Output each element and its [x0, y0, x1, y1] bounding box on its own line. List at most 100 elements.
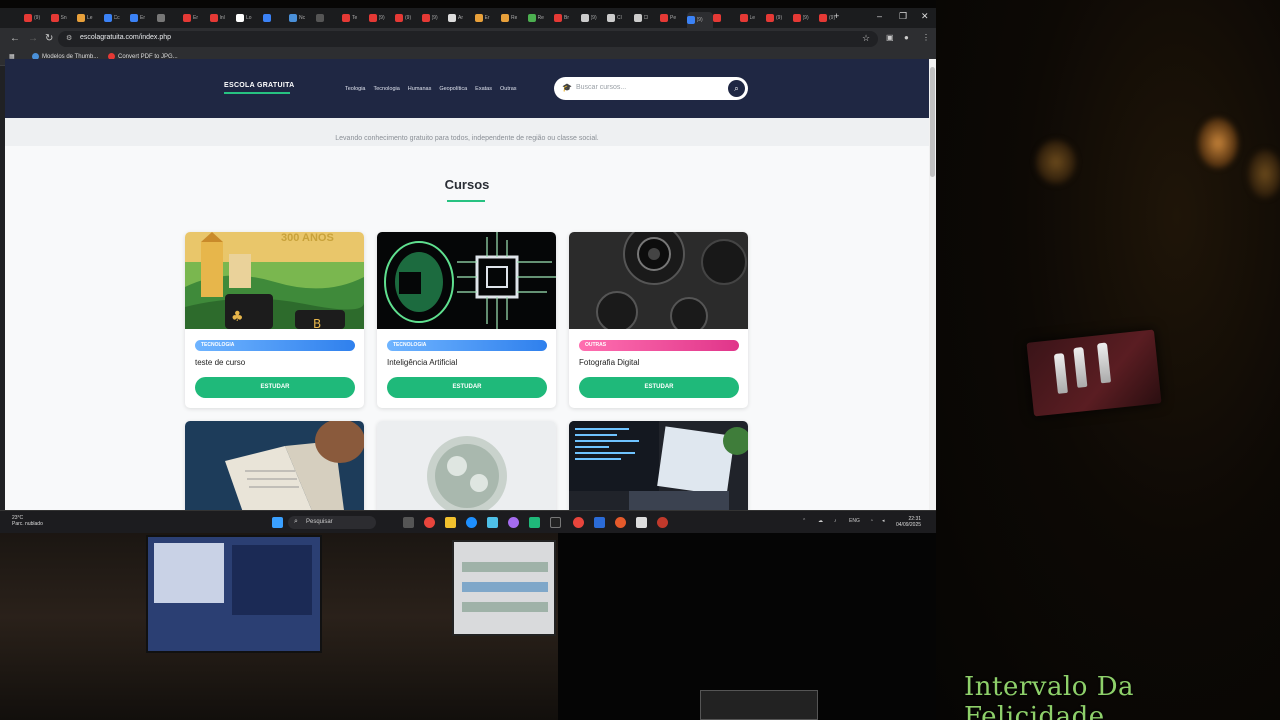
browser-tab[interactable]: (9): [580, 12, 605, 24]
browser-tab[interactable]: Er: [130, 12, 154, 24]
browser-tab[interactable]: [315, 12, 340, 24]
url-field[interactable]: ⚙ escolagratuita.com/index.php: [58, 31, 878, 47]
browser-tab[interactable]: (9): [368, 12, 393, 24]
extension-icon[interactable]: ▣: [886, 33, 894, 42]
course-card[interactable]: TECNOLOGIA Inteligência Artificial ESTUD…: [377, 232, 556, 408]
browser-tab[interactable]: Le: [77, 12, 101, 24]
course-search[interactable]: 🎓 Buscar cursos... ⌕: [554, 77, 748, 100]
tab-favicon-icon: [342, 14, 350, 22]
cloud-icon[interactable]: ☁: [818, 518, 823, 524]
wifi-icon[interactable]: ◔: [870, 518, 873, 524]
browser-tab[interactable]: Re: [527, 12, 552, 24]
browser-tab[interactable]: (9): [766, 12, 790, 24]
nav-exatas[interactable]: Exatas: [475, 86, 492, 92]
task-view-icon[interactable]: [403, 517, 414, 528]
browser-tab[interactable]: Er: [474, 12, 499, 24]
browser-tab[interactable]: Le: [739, 12, 764, 24]
reload-icon[interactable]: ↻: [45, 33, 53, 44]
page-viewport: ESCOLA GRATUITA Teologia Tecnologia Huma…: [5, 59, 929, 510]
app-icon[interactable]: [636, 517, 647, 528]
app-icon[interactable]: [550, 517, 561, 528]
browser-tab[interactable]: (9): [686, 12, 713, 28]
word-icon[interactable]: [594, 517, 605, 528]
store-icon[interactable]: [487, 517, 498, 528]
tab-favicon-icon: [819, 14, 827, 22]
chrome-icon[interactable]: [424, 517, 435, 528]
course-card[interactable]: ♣ B 300 ANOS TECNOLOGIA teste de curso E…: [185, 232, 364, 408]
minimize-icon[interactable]: –: [877, 11, 882, 21]
tab-label: Ar: [458, 15, 463, 21]
profile-icon[interactable]: ●: [904, 33, 909, 42]
tab-favicon-icon: [130, 14, 138, 22]
browser-tab[interactable]: Cc: [103, 12, 128, 24]
search-button[interactable]: ⌕: [728, 80, 745, 97]
browser-tab[interactable]: [262, 12, 287, 24]
nav-tecnologia[interactable]: Tecnologia: [374, 86, 400, 92]
browser-tab[interactable]: Er: [183, 12, 207, 24]
study-button[interactable]: ESTUDAR: [387, 377, 547, 398]
nav-outras[interactable]: Outras: [500, 86, 517, 92]
browser-tab[interactable]: Lo: [236, 12, 260, 24]
browser-tab[interactable]: (9): [819, 12, 843, 24]
main-nav: Teologia Tecnologia Humanas Geopolítica …: [345, 86, 517, 92]
site-logo[interactable]: ESCOLA GRATUITA: [224, 82, 294, 89]
browser-tab[interactable]: Cl: [607, 12, 631, 24]
browser-tab[interactable]: Sn: [50, 12, 75, 24]
weather-widget[interactable]: 23°C Parc. nublado: [12, 515, 43, 527]
tab-label: Re: [537, 15, 544, 21]
scrollbar-thumb[interactable]: [930, 67, 935, 177]
start-icon[interactable]: [272, 517, 283, 528]
chrome-icon[interactable]: [573, 517, 584, 528]
browser-tab[interactable]: (9): [792, 12, 817, 24]
page-scrollbar[interactable]: [929, 59, 936, 510]
back-icon[interactable]: ←: [10, 33, 20, 44]
language-indicator[interactable]: ENG: [849, 518, 860, 524]
forward-icon[interactable]: →: [28, 33, 38, 44]
system-clock[interactable]: 22:31 04/09/2025: [896, 516, 921, 528]
browser-tab[interactable]: Br: [554, 12, 578, 24]
search-input[interactable]: Buscar cursos...: [576, 84, 626, 91]
study-button[interactable]: ESTUDAR: [195, 377, 355, 398]
close-icon[interactable]: ✕: [921, 11, 929, 22]
course-card[interactable]: [377, 421, 556, 510]
nav-teologia[interactable]: Teologia: [345, 86, 366, 92]
browser-tab[interactable]: Ar: [448, 12, 472, 24]
browser-tab[interactable]: (9): [421, 12, 446, 24]
menu-icon[interactable]: ⋮: [922, 33, 930, 42]
browser-tab[interactable]: (9): [24, 12, 48, 24]
app-icon[interactable]: [657, 517, 668, 528]
browser-tab[interactable]: (9): [395, 12, 419, 24]
app-icon[interactable]: [508, 517, 519, 528]
bookmark-star-icon[interactable]: ☆: [862, 33, 870, 44]
volume-icon[interactable]: ◂: [882, 518, 885, 524]
browser-tab[interactable]: Inl: [209, 12, 234, 24]
browser-tab[interactable]: Pe: [660, 12, 684, 24]
section-title: Cursos: [444, 177, 490, 192]
nav-humanas[interactable]: Humanas: [408, 86, 432, 92]
study-button[interactable]: ESTUDAR: [579, 377, 739, 398]
taskbar-search[interactable]: ⌕ Pesquisar: [288, 516, 376, 529]
course-card[interactable]: [569, 421, 748, 510]
site-info-icon[interactable]: ⚙: [66, 34, 72, 42]
chevron-up-icon[interactable]: ⌃: [802, 518, 806, 524]
new-tab-icon[interactable]: +: [834, 11, 839, 21]
browser-tab[interactable]: Cl: [633, 12, 658, 24]
nav-geopolitica[interactable]: Geopolítica: [439, 86, 467, 92]
edge-icon[interactable]: [466, 517, 477, 528]
app-icon[interactable]: [529, 517, 540, 528]
browser-tab[interactable]: [156, 12, 181, 24]
browser-tab[interactable]: [713, 12, 737, 24]
restore-icon[interactable]: ❐: [899, 11, 907, 22]
folder-icon[interactable]: [445, 517, 456, 528]
course-card[interactable]: OUTRAS Fotografia Digital ESTUDAR: [569, 232, 748, 408]
search-icon: ⌕: [294, 518, 298, 525]
mixer-device: [700, 690, 818, 720]
course-card[interactable]: [185, 421, 364, 510]
browser-tab[interactable]: Te: [342, 12, 366, 24]
mic-icon[interactable]: ♪: [834, 518, 837, 524]
tab-favicon-icon: [686, 16, 695, 24]
browser-tab[interactable]: Re: [501, 12, 525, 24]
app-icon[interactable]: [615, 517, 626, 528]
tab-favicon-icon: [368, 14, 377, 22]
browser-tab[interactable]: Nc: [289, 12, 313, 24]
